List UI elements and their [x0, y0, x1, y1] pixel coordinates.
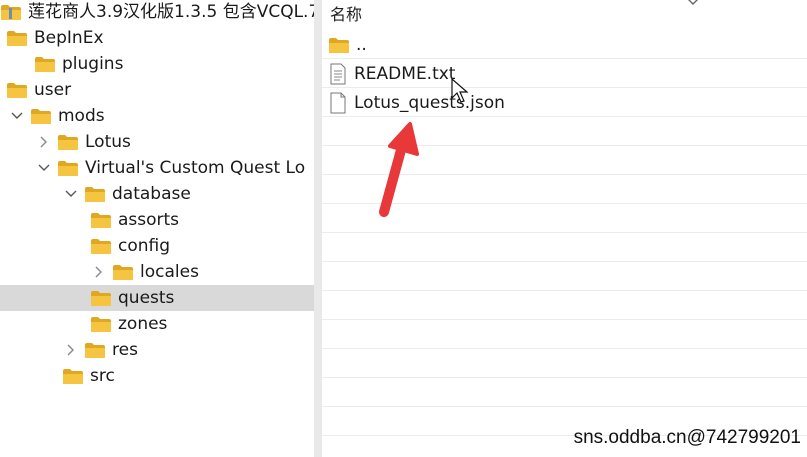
tree-item-label: Virtual's Custom Quest Lo — [85, 158, 306, 178]
tree-item-label: user — [34, 80, 72, 100]
tree-item-bepinex[interactable]: BepInEx — [0, 25, 314, 51]
tree-item-label: zones — [118, 314, 168, 334]
folder-icon — [7, 82, 27, 98]
tree-item-label: config — [118, 236, 171, 256]
tree-item-config[interactable]: config — [0, 233, 314, 259]
chevron-down-icon[interactable] — [37, 162, 51, 174]
tree-item-lotus[interactable]: Lotus — [0, 129, 314, 155]
tree-item-src[interactable]: src — [0, 363, 314, 389]
folder-icon — [113, 264, 133, 280]
tree-expander[interactable] — [92, 259, 106, 285]
folder-icon — [35, 56, 55, 72]
row-gridline — [322, 58, 807, 59]
folder-tree-pane: 莲花商人3.9汉化版1.3.5 包含VCQL.7z BepInEx plugins u… — [0, 0, 314, 457]
tree-expander[interactable] — [37, 155, 51, 181]
tree-item-label: plugins — [62, 54, 124, 74]
tree-item-virtual-s-custom-quest-lo[interactable]: Virtual's Custom Quest Lo — [0, 155, 314, 181]
chevron-right-icon[interactable] — [93, 265, 105, 279]
chevron-right-icon[interactable] — [38, 135, 50, 149]
row-gridline — [322, 290, 807, 291]
tree-item-3-9-1-3-5-vcql-7z[interactable]: 莲花商人3.9汉化版1.3.5 包含VCQL.7z — [0, 0, 314, 25]
sort-chevron-icon[interactable] — [686, 0, 700, 8]
mouse-cursor-icon — [451, 78, 469, 103]
tree-item-label: res — [112, 340, 138, 360]
pane-splitter[interactable] — [314, 0, 322, 457]
tree-expander[interactable] — [64, 181, 78, 207]
tree-item-label: locales — [140, 262, 199, 282]
tree-item-database[interactable]: database — [0, 181, 314, 207]
row-gridline — [322, 87, 807, 88]
file-list-pane: 名称 .. README.txt Lotus_quests.json — [322, 0, 807, 457]
folder-icon — [85, 342, 105, 358]
file-name: .. — [356, 35, 367, 55]
tree-item-label: quests — [118, 288, 175, 308]
file-name: README.txt — [354, 64, 456, 84]
row-gridline — [322, 116, 807, 117]
tree-item-plugins[interactable]: plugins — [0, 51, 314, 77]
row-gridline — [322, 261, 807, 262]
folder-icon — [7, 30, 27, 46]
chevron-right-icon[interactable] — [65, 343, 77, 357]
row-gridline — [322, 319, 807, 320]
annotation-arrow-icon — [379, 122, 419, 217]
tree-expander[interactable] — [64, 337, 78, 363]
folder-icon — [58, 160, 78, 176]
folder-icon — [63, 368, 83, 384]
folder-icon — [31, 108, 51, 124]
chevron-down-icon[interactable] — [10, 110, 24, 122]
watermark-text: sns.oddba.cn@742799201 — [573, 427, 801, 448]
tree-item-res[interactable]: res — [0, 337, 314, 363]
folder-icon — [91, 238, 111, 254]
folder-icon — [91, 316, 111, 332]
tree-item-label: BepInEx — [34, 28, 104, 48]
chevron-down-icon[interactable] — [64, 188, 78, 200]
tree-item-mods[interactable]: mods — [0, 103, 314, 129]
tree-item-label: assorts — [118, 210, 180, 230]
tree-item-label: src — [90, 366, 115, 386]
file-row[interactable]: .. — [322, 32, 807, 58]
tree-item-label: 莲花商人3.9汉化版1.3.5 包含VCQL.7z — [28, 2, 314, 22]
tree-expander[interactable] — [37, 129, 51, 155]
row-gridline — [322, 406, 807, 407]
archive-icon — [1, 4, 21, 20]
row-gridline — [322, 348, 807, 349]
tree-expander[interactable] — [10, 103, 24, 129]
folder-icon — [91, 212, 111, 228]
text-file-icon — [330, 63, 346, 85]
tree-item-label: mods — [58, 106, 105, 126]
file-name: Lotus_quests.json — [354, 93, 505, 113]
file-row[interactable]: Lotus_quests.json — [322, 90, 807, 116]
folder-icon — [85, 186, 105, 202]
folder-icon — [329, 37, 349, 53]
folder-icon — [58, 134, 78, 150]
tree-item-locales[interactable]: locales — [0, 259, 314, 285]
column-header-name[interactable]: 名称 — [330, 4, 362, 26]
row-gridline — [322, 232, 807, 233]
file-row[interactable]: README.txt — [322, 61, 807, 87]
tree-item-zones[interactable]: zones — [0, 311, 314, 337]
tree-item-user[interactable]: user — [0, 77, 314, 103]
folder-icon — [91, 290, 111, 306]
row-gridline — [322, 377, 807, 378]
file-icon — [330, 92, 346, 114]
tree-item-quests[interactable]: quests — [0, 285, 314, 311]
tree-item-label: Lotus — [85, 132, 131, 152]
tree-item-assorts[interactable]: assorts — [0, 207, 314, 233]
tree-item-label: database — [112, 184, 191, 204]
